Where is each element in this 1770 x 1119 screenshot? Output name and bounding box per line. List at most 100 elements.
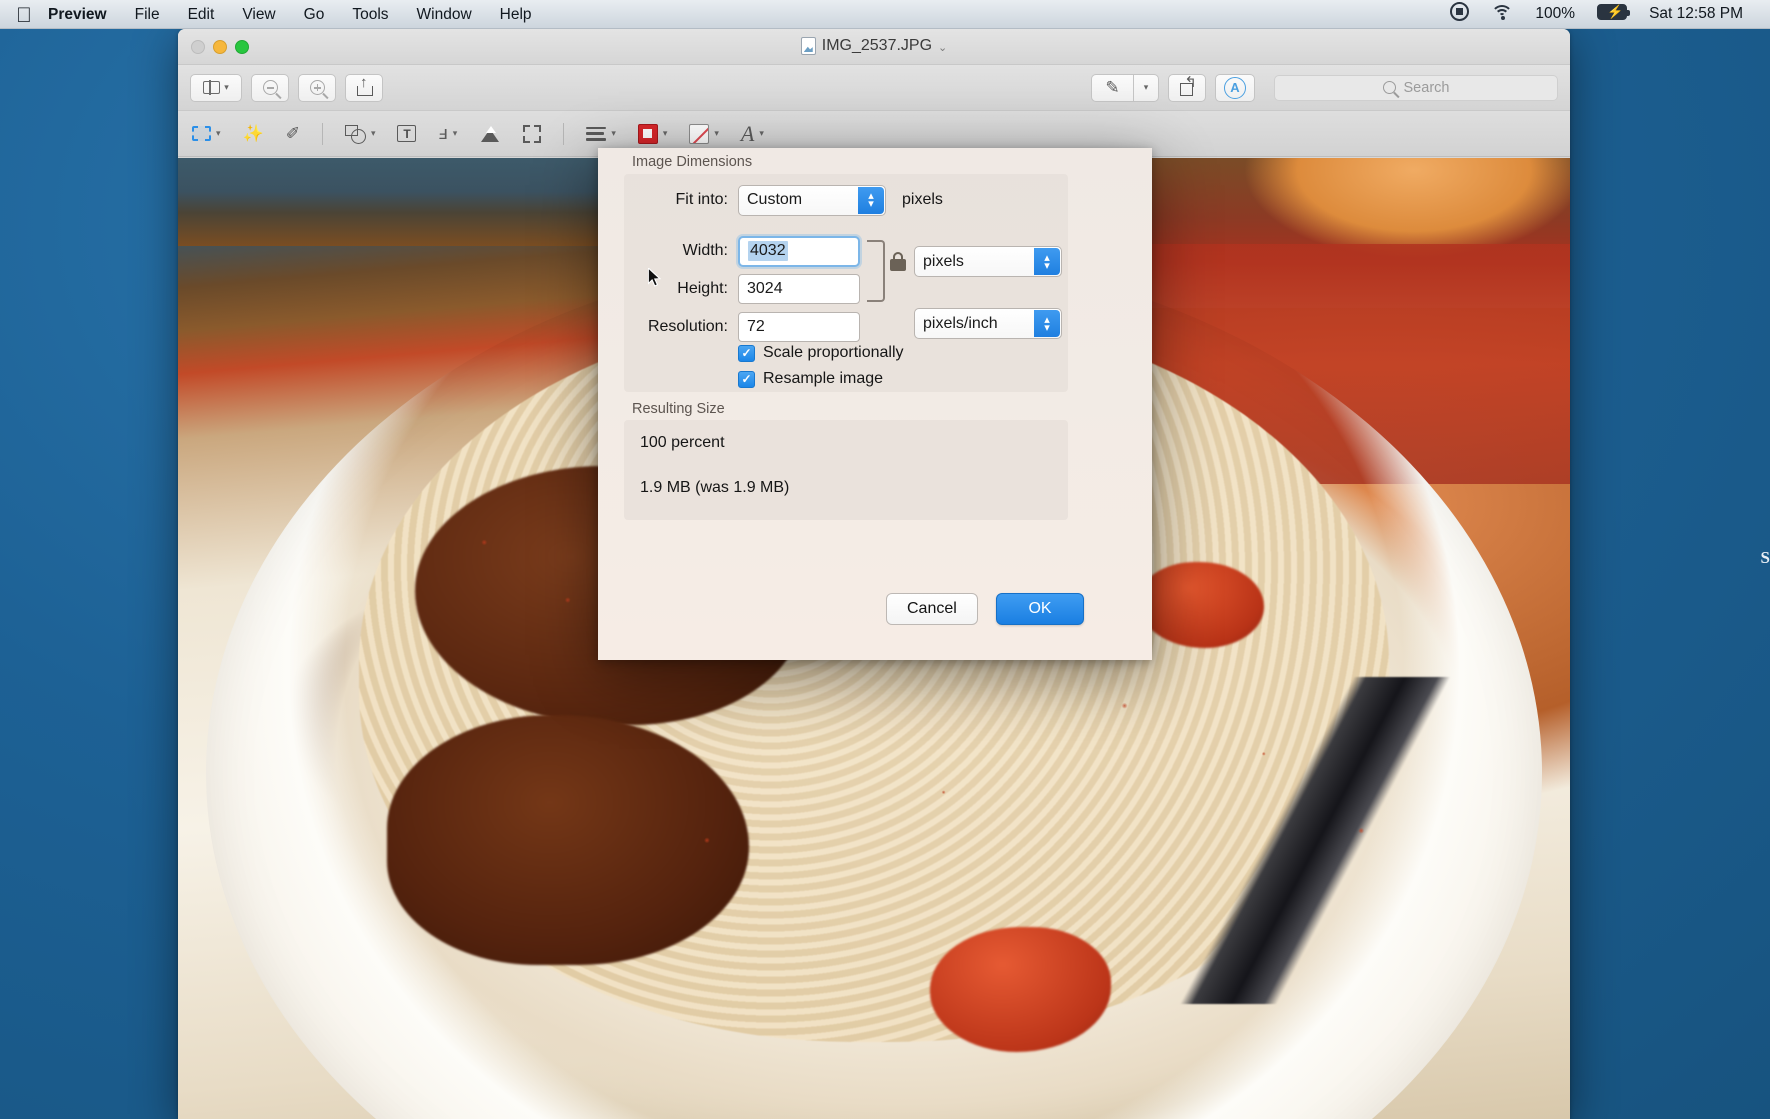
document-icon [800,37,816,55]
ok-button[interactable]: OK [996,593,1084,625]
record-icon[interactable] [1439,2,1480,26]
markup-toolbar-button[interactable]: ✎ [1091,73,1133,102]
wifi-icon[interactable] [1480,3,1524,25]
tool-rectangular-selection[interactable]: ▾ [192,126,221,141]
resolution-unit-dropdown[interactable]: pixels/inch ▴ ▾ [914,308,1062,339]
size-unit-stepper-icon[interactable]: ▴ ▾ [1034,248,1060,275]
scale-proportionally-checkbox[interactable]: ✓ [738,344,755,362]
menu-item-tools[interactable]: Tools [338,0,402,29]
scale-proportionally-row[interactable]: ✓ Scale proportionally [738,344,904,362]
resulting-filesize-label: 1.9 MB (was 1.9 MB) [640,479,790,496]
tool-instant-alpha[interactable]: ✨ [243,124,264,144]
chevron-down-icon: ▾ [662,128,668,138]
fit-into-label: Fit into: [675,191,728,208]
text-style-icon: A [740,120,755,146]
resolution-value: 72 [747,318,765,335]
pen-icon: ✎ [1105,77,1120,97]
menu-item-help[interactable]: Help [486,0,546,29]
link-bracket-icon [867,240,885,302]
tool-adjust-color[interactable] [479,125,501,142]
tool-crop[interactable] [523,124,542,143]
size-unit-dropdown[interactable]: pixels ▴ ▾ [914,246,1062,277]
main-toolbar: ▾ ✎ ▾ A [178,65,1570,111]
rotate-icon [1179,76,1197,96]
search-input[interactable]: Search [1274,74,1558,101]
menu-item-file[interactable]: File [121,0,174,29]
chevron-down-icon: ▾ [452,128,458,138]
height-value: 3024 [747,280,783,297]
share-button[interactable] [345,73,383,102]
width-value: 4032 [748,241,788,261]
chevron-down-icon: ▾ [714,128,719,138]
magic-wand-icon: ✨ [242,123,264,143]
mouse-cursor [648,268,662,287]
zoom-in-button[interactable] [298,73,336,102]
battery-percent-label: 100% [1535,5,1576,22]
image-resize-dialog: Image Dimensions Fit into: Custom ▴ ▾ pix… [598,148,1152,660]
menu-bar-left:  Preview File Edit View Go Tools Window… [0,0,546,29]
menu-item-view[interactable]: View [228,0,289,29]
height-input[interactable]: 3024 [738,274,860,304]
fit-into-dropdown[interactable]: Custom ▴ ▾ [738,184,886,216]
menu-item-preview[interactable]: Preview [34,0,121,29]
text-icon: T [397,125,417,142]
edge-partial-icon[interactable]: S [1761,548,1770,568]
rotate-left-button[interactable] [1168,73,1206,102]
width-label: Width: [682,242,728,259]
resolution-unit-stepper-icon[interactable]: ▴ ▾ [1034,310,1060,337]
crop-icon [523,124,542,143]
fit-into-stepper-icon[interactable]: ▴ ▾ [858,186,884,214]
width-input[interactable]: 4032 [738,235,860,267]
tool-shape-style[interactable]: ▾ [586,126,616,141]
zoom-out-button[interactable] [251,73,289,102]
sidebar-icon [203,80,221,95]
chevron-down-icon: ▾ [611,128,616,138]
lock-icon [890,252,906,271]
menu-bar:  Preview File Edit View Go Tools Window… [0,0,1770,29]
clock-label[interactable]: Sat 12:58 PM [1638,5,1754,23]
shape-style-icon [586,126,607,141]
size-unit-value: pixels [923,252,964,270]
battery-icon[interactable]: ⚡ [1586,3,1638,25]
sidebar-view-button[interactable]: ▾ [190,73,242,102]
apple-logo-icon[interactable]:  [14,4,34,27]
resolution-label: Resolution: [647,318,728,335]
tool-shapes[interactable]: ▾ [344,125,376,144]
window-title-text[interactable]: IMG_2537.JPG [822,37,932,55]
fill-color-icon [689,123,710,144]
menu-item-go[interactable]: Go [290,0,339,29]
markup-options-button[interactable]: ▾ [1133,73,1159,102]
image-dimensions-section-label: Image Dimensions [632,154,753,170]
sketch-icon: ✐ [285,123,300,143]
shapes-icon [344,125,366,144]
tool-signature[interactable]: ⅎ ▾ [438,123,457,145]
chevron-down-icon: ▾ [370,128,376,138]
signature-icon: ⅎ [438,122,448,144]
chevron-down-icon: ▾ [1143,82,1149,92]
menu-item-window[interactable]: Window [403,0,486,29]
resample-image-row[interactable]: ✓ Resample image [738,370,883,388]
adjust-color-icon [479,125,501,142]
resample-image-checkbox[interactable]: ✓ [738,370,755,388]
menu-bar-status: 100% ⚡ Sat 12:58 PM [1439,2,1770,26]
zoom-out-icon [262,80,278,95]
chevron-down-icon[interactable]: ⌄ [938,41,947,54]
resolution-input[interactable]: 72 [738,312,860,342]
border-color-icon [637,123,658,144]
annotate-button[interactable]: A [1215,73,1255,102]
menu-item-edit[interactable]: Edit [174,0,229,29]
tool-fill-color[interactable]: ▾ [689,123,719,144]
tool-text[interactable]: T [397,125,417,142]
tool-sketch[interactable]: ✐ [286,124,300,144]
share-icon [357,75,373,96]
search-icon [1382,81,1396,94]
toolbar-divider [321,122,323,145]
chevron-down-icon: ▾ [759,128,764,138]
tool-border-color[interactable]: ▾ [637,123,668,144]
resulting-percent-label: 100 percent [640,434,725,451]
window-title-bar: IMG_2537.JPG ⌄ [178,29,1570,65]
fit-into-unit-label: pixels [902,191,943,208]
selection-rect-icon [192,126,211,141]
tool-text-style[interactable]: A ▾ [740,120,764,146]
cancel-button[interactable]: Cancel [886,593,978,625]
